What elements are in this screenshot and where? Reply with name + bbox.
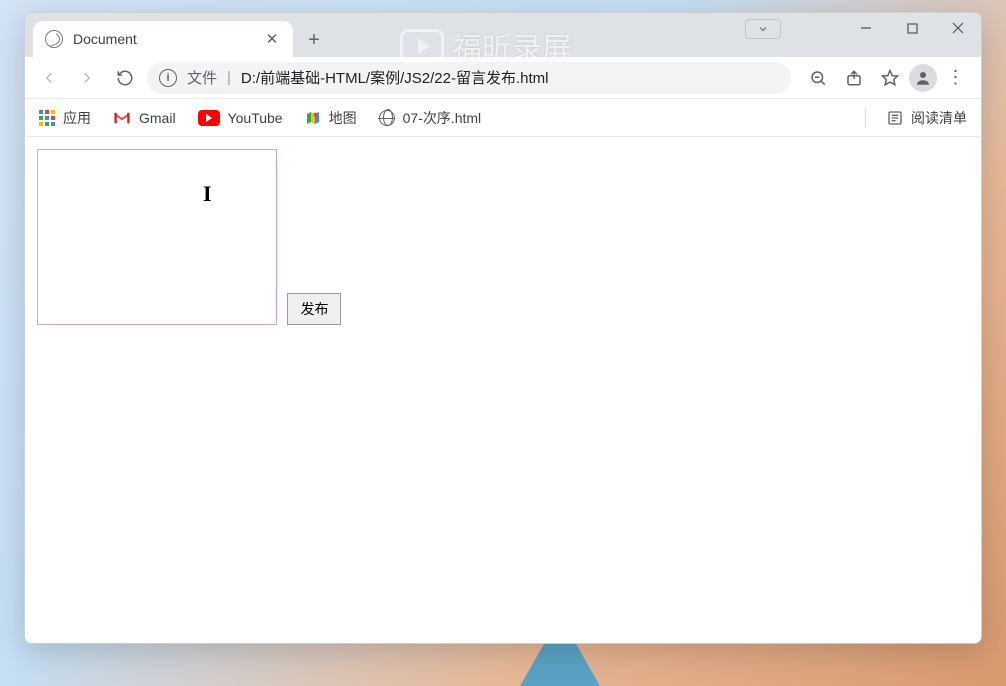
forward-button[interactable] <box>71 62 103 94</box>
url-separator: | <box>227 69 231 86</box>
tab-search-button[interactable] <box>745 19 781 39</box>
globe-icon <box>45 30 63 48</box>
menu-button[interactable]: ⋮ <box>939 62 973 94</box>
browser-tab[interactable]: Document ✕ <box>33 21 293 57</box>
bookmark-label: Gmail <box>139 110 176 126</box>
window-close-button[interactable] <box>935 13 981 43</box>
info-icon: i <box>159 69 177 87</box>
reading-list-icon <box>887 110 903 126</box>
bookmark-local-file[interactable]: 07-次序.html <box>379 108 482 128</box>
maximize-button[interactable] <box>889 13 935 43</box>
maps-icon <box>305 110 321 126</box>
divider <box>865 108 866 128</box>
reading-list-button[interactable]: 阅读清单 <box>887 108 967 128</box>
youtube-icon <box>198 110 220 126</box>
titlebar: Document ✕ + <box>25 13 981 57</box>
zoom-button[interactable] <box>801 62 835 94</box>
gmail-icon <box>113 111 131 125</box>
close-icon[interactable]: ✕ <box>263 30 281 48</box>
tab-title: Document <box>73 31 253 47</box>
address-bar[interactable]: i 文件 | D:/前端基础-HTML/案例/JS2/22-留言发布.html <box>147 62 791 94</box>
url-text: D:/前端基础-HTML/案例/JS2/22-留言发布.html <box>241 67 549 88</box>
apps-icon <box>39 110 55 126</box>
bookmark-gmail[interactable]: Gmail <box>113 110 176 126</box>
new-tab-button[interactable]: + <box>299 25 329 55</box>
bookmark-label: 07-次序.html <box>403 108 482 128</box>
toolbar: i 文件 | D:/前端基础-HTML/案例/JS2/22-留言发布.html … <box>25 57 981 99</box>
globe-icon <box>379 110 395 126</box>
minimize-button[interactable] <box>843 13 889 43</box>
back-button[interactable] <box>33 62 65 94</box>
bookmark-label: YouTube <box>228 110 283 126</box>
bookmark-label: 地图 <box>329 108 357 128</box>
profile-avatar[interactable] <box>909 64 937 92</box>
bookmark-maps[interactable]: 地图 <box>305 108 357 128</box>
toolbar-right: ⋮ <box>801 62 973 94</box>
bookmark-label: 阅读清单 <box>911 108 967 128</box>
share-button[interactable] <box>837 62 871 94</box>
bookmark-label: 应用 <box>63 108 91 128</box>
bookmark-star-button[interactable] <box>873 62 907 94</box>
window-controls <box>843 13 981 45</box>
bookmark-youtube[interactable]: YouTube <box>198 110 283 126</box>
reload-button[interactable] <box>109 62 141 94</box>
page-content: 发布 I <box>25 137 981 643</box>
message-textarea[interactable] <box>37 149 277 325</box>
url-scheme-label: 文件 <box>187 67 217 88</box>
browser-window: Document ✕ + i <box>24 12 982 644</box>
bookmark-apps[interactable]: 应用 <box>39 108 91 128</box>
background-decoration <box>520 644 600 686</box>
bookmarks-bar: 应用 Gmail YouTube 地图 07-次序.html <box>25 99 981 137</box>
publish-button[interactable]: 发布 <box>287 293 341 325</box>
